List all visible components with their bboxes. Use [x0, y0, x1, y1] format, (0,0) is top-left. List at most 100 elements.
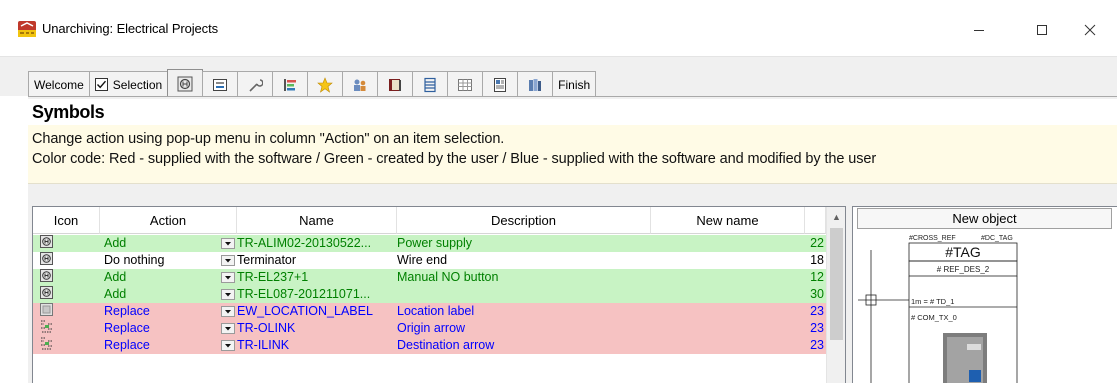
link-icon — [33, 320, 100, 337]
action-cell[interactable]: Add — [100, 286, 236, 303]
action-dropdown-button[interactable] — [221, 340, 235, 351]
tab-archive[interactable] — [517, 71, 554, 97]
column-header-description[interactable]: Description — [397, 207, 651, 234]
new-name-cell[interactable] — [651, 269, 805, 286]
document-icon — [494, 77, 507, 92]
description-cell[interactable]: Power supply — [397, 235, 651, 252]
description-cell[interactable]: Wire end — [397, 252, 651, 269]
preview-com-tx: # COM_TX_0 — [911, 313, 957, 322]
name-cell[interactable]: TR-ILINK — [237, 337, 397, 354]
tab-welcome[interactable]: Welcome — [28, 71, 90, 97]
tab-symbols[interactable] — [167, 69, 204, 97]
checkbox-icon[interactable] — [94, 78, 108, 91]
new-name-cell[interactable] — [651, 235, 805, 252]
color-code-text: Color code: Red - supplied with the soft… — [32, 151, 877, 167]
table-row[interactable]: Replace TR-ILINK Destination arrow 23 — [33, 337, 826, 354]
action-dropdown-button[interactable] — [221, 272, 235, 283]
action-dropdown-button[interactable] — [221, 289, 235, 300]
preview-header: New object — [857, 208, 1112, 229]
dropdown-arrow-icon — [225, 293, 231, 297]
link-icon — [33, 337, 100, 354]
action-cell[interactable]: Do nothing — [100, 252, 236, 269]
action-cell[interactable]: Replace — [100, 337, 236, 354]
symbols-panel: Symbols Change action using pop-up menu … — [28, 96, 1117, 383]
symbols-grid[interactable]: Icon Action Name Description New name Ad… — [32, 206, 846, 383]
info-box: Change action using pop-up menu in colum… — [28, 125, 1117, 184]
description-cell[interactable]: Origin arrow — [397, 320, 651, 337]
list-icon — [424, 77, 436, 92]
dropdown-arrow-icon — [225, 242, 231, 246]
scroll-thumb[interactable] — [830, 228, 843, 340]
count-cell: 18 — [810, 253, 824, 267]
tab-documents[interactable] — [482, 71, 519, 97]
new-name-cell[interactable] — [651, 303, 805, 320]
dropdown-arrow-icon — [225, 310, 231, 314]
column-header-name[interactable]: Name — [237, 207, 397, 234]
action-cell[interactable]: Add — [100, 235, 236, 252]
close-button[interactable] — [1067, 10, 1113, 50]
name-cell[interactable]: TR-OLINK — [237, 320, 397, 337]
new-name-cell[interactable] — [651, 286, 805, 303]
dropdown-arrow-icon — [225, 276, 231, 280]
new-name-cell[interactable] — [651, 337, 805, 354]
table-row[interactable]: Add TR-EL237+1 Manual NO button 12 — [33, 269, 826, 286]
tab-selection[interactable]: Selection — [88, 71, 169, 97]
column-header-extra[interactable] — [805, 207, 826, 234]
symbol-icon — [33, 252, 100, 269]
minimize-button[interactable] — [956, 10, 1002, 50]
table-row[interactable]: Replace EW_LOCATION_LABEL Location label 23 — [33, 303, 826, 320]
star-icon — [317, 76, 333, 93]
count-cell: 12 — [810, 270, 824, 284]
description-cell[interactable]: Location label — [397, 303, 651, 320]
column-header-action[interactable]: Action — [100, 207, 237, 234]
action-dropdown-button[interactable] — [221, 255, 235, 266]
dropdown-arrow-icon — [225, 344, 231, 348]
wizard-tabs: Welcome Selection Finish — [28, 69, 597, 97]
action-cell[interactable]: Replace — [100, 303, 236, 320]
preview-cross-ref: #CROSS_REF — [909, 235, 956, 242]
action-cell[interactable]: Add — [100, 269, 236, 286]
name-cell[interactable]: TR-EL237+1 — [237, 269, 397, 286]
description-cell[interactable] — [397, 286, 651, 303]
column-header-icon[interactable]: Icon — [33, 207, 100, 234]
description-cell[interactable]: Manual NO button — [397, 269, 651, 286]
table-row[interactable]: Do nothing Terminator Wire end 18 — [33, 252, 826, 269]
tab-library[interactable] — [377, 71, 414, 97]
new-name-cell[interactable] — [651, 252, 805, 269]
tab-settings[interactable] — [237, 71, 274, 97]
name-cell[interactable]: EW_LOCATION_LABEL — [237, 303, 397, 320]
action-dropdown-button[interactable] — [221, 306, 235, 317]
preview-pane: New object #CROSS_REF #DC_TAG #TAG # REF… — [852, 206, 1117, 383]
tab-table[interactable] — [447, 71, 484, 97]
tab-users[interactable] — [342, 71, 379, 97]
new-name-cell[interactable] — [651, 320, 805, 337]
description-cell[interactable]: Destination arrow — [397, 337, 651, 354]
count-cell: 23 — [810, 338, 824, 352]
bars-icon — [284, 78, 297, 91]
count-cell: 23 — [810, 321, 824, 335]
tab-finish[interactable]: Finish — [552, 71, 597, 97]
app-icon — [18, 21, 36, 37]
tab-favorites[interactable] — [307, 71, 344, 97]
name-cell[interactable]: Terminator — [237, 252, 397, 269]
name-cell[interactable]: TR-ALIM02-20130522... — [237, 235, 397, 252]
book-icon — [389, 78, 402, 91]
tab-lists[interactable] — [412, 71, 449, 97]
vertical-scrollbar[interactable]: ▲ — [826, 207, 845, 383]
tab-forms[interactable] — [202, 71, 239, 97]
name-cell[interactable]: TR-EL087-201211071... — [237, 286, 397, 303]
table-row[interactable]: Add TR-EL087-201211071... 30 — [33, 286, 826, 303]
maximize-button[interactable] — [1019, 10, 1065, 50]
column-header-new-name[interactable]: New name — [651, 207, 805, 234]
action-dropdown-button[interactable] — [221, 323, 235, 334]
tab-bars[interactable] — [272, 71, 309, 97]
tab-label: Finish — [558, 77, 591, 92]
dropdown-arrow-icon — [225, 259, 231, 263]
action-dropdown-button[interactable] — [221, 238, 235, 249]
label-icon — [33, 303, 100, 320]
table-row[interactable]: Replace TR-OLINK Origin arrow 23 — [33, 320, 826, 337]
action-cell[interactable]: Replace — [100, 320, 236, 337]
table-row[interactable]: Add TR-ALIM02-20130522... Power supply 22 — [33, 235, 826, 252]
scroll-up-arrow-icon[interactable]: ▲ — [827, 207, 845, 226]
tab-strip: Welcome Selection Finish — [0, 56, 1117, 97]
